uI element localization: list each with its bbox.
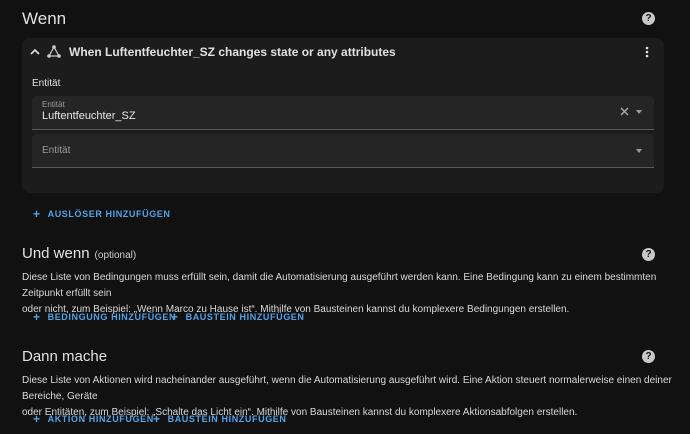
chevron-up-icon[interactable] [30, 48, 40, 56]
add-trigger-label: AUSLÖSER HINZUFÜGEN [47, 209, 171, 219]
conditions-description-line1: Diese Liste von Bedingungen muss erfüllt… [22, 272, 657, 299]
menu-down-icon[interactable] [636, 149, 642, 153]
entity-field-label: Entität [42, 100, 65, 109]
actions-description-line1: Diese Liste von Aktionen wird nacheinand… [22, 375, 672, 402]
plus-icon: + [33, 310, 41, 324]
plus-icon: + [33, 207, 41, 221]
section-title-und-wenn-row: Und wenn (optional) [22, 245, 136, 262]
optional-label: (optional) [94, 250, 137, 261]
menu-down-icon[interactable] [636, 110, 642, 114]
entity-section-label: Entität [32, 78, 61, 89]
plus-icon: + [153, 412, 161, 426]
plus-icon: + [33, 412, 41, 426]
add-action-label: AKTION HINZUFÜGEN [47, 414, 154, 424]
add-trigger-button[interactable]: + AUSLÖSER HINZUFÜGEN [33, 208, 171, 220]
trigger-title[interactable]: When Luftentfeuchter_SZ changes state or… [69, 45, 396, 59]
close-icon[interactable] [620, 107, 629, 116]
state-graph-icon [47, 45, 61, 58]
entity-field-placeholder: Entität [42, 145, 71, 156]
add-condition-block-button[interactable]: + BAUSTEIN HINZUFÜGEN [171, 311, 305, 323]
help-icon[interactable]: ? [642, 350, 655, 363]
entity-field[interactable]: Entität Luftentfeuchter_SZ [32, 96, 654, 130]
add-condition-label: BEDINGUNG HINZUFÜGEN [47, 312, 177, 322]
section-title-wenn: Wenn [22, 9, 67, 28]
add-condition-button[interactable]: + BEDINGUNG HINZUFÜGEN [33, 311, 176, 323]
entity-field-value: Luftentfeuchter_SZ [42, 110, 136, 122]
help-icon[interactable]: ? [642, 248, 655, 261]
dots-vertical-icon[interactable] [644, 46, 650, 58]
trigger-card: When Luftentfeuchter_SZ changes state or… [22, 38, 664, 193]
add-action-block-label: BAUSTEIN HINZUFÜGEN [167, 414, 287, 424]
entity-field-empty[interactable]: Entität [32, 134, 654, 168]
help-icon[interactable]: ? [642, 12, 655, 25]
plus-icon: + [171, 310, 179, 324]
add-action-button[interactable]: + AKTION HINZUFÜGEN [33, 413, 154, 425]
add-condition-block-label: BAUSTEIN HINZUFÜGEN [185, 312, 305, 322]
section-title-und-wenn: Und wenn [22, 245, 90, 262]
section-title-dann-mache: Dann mache [22, 348, 108, 365]
add-action-block-button[interactable]: + BAUSTEIN HINZUFÜGEN [153, 413, 287, 425]
